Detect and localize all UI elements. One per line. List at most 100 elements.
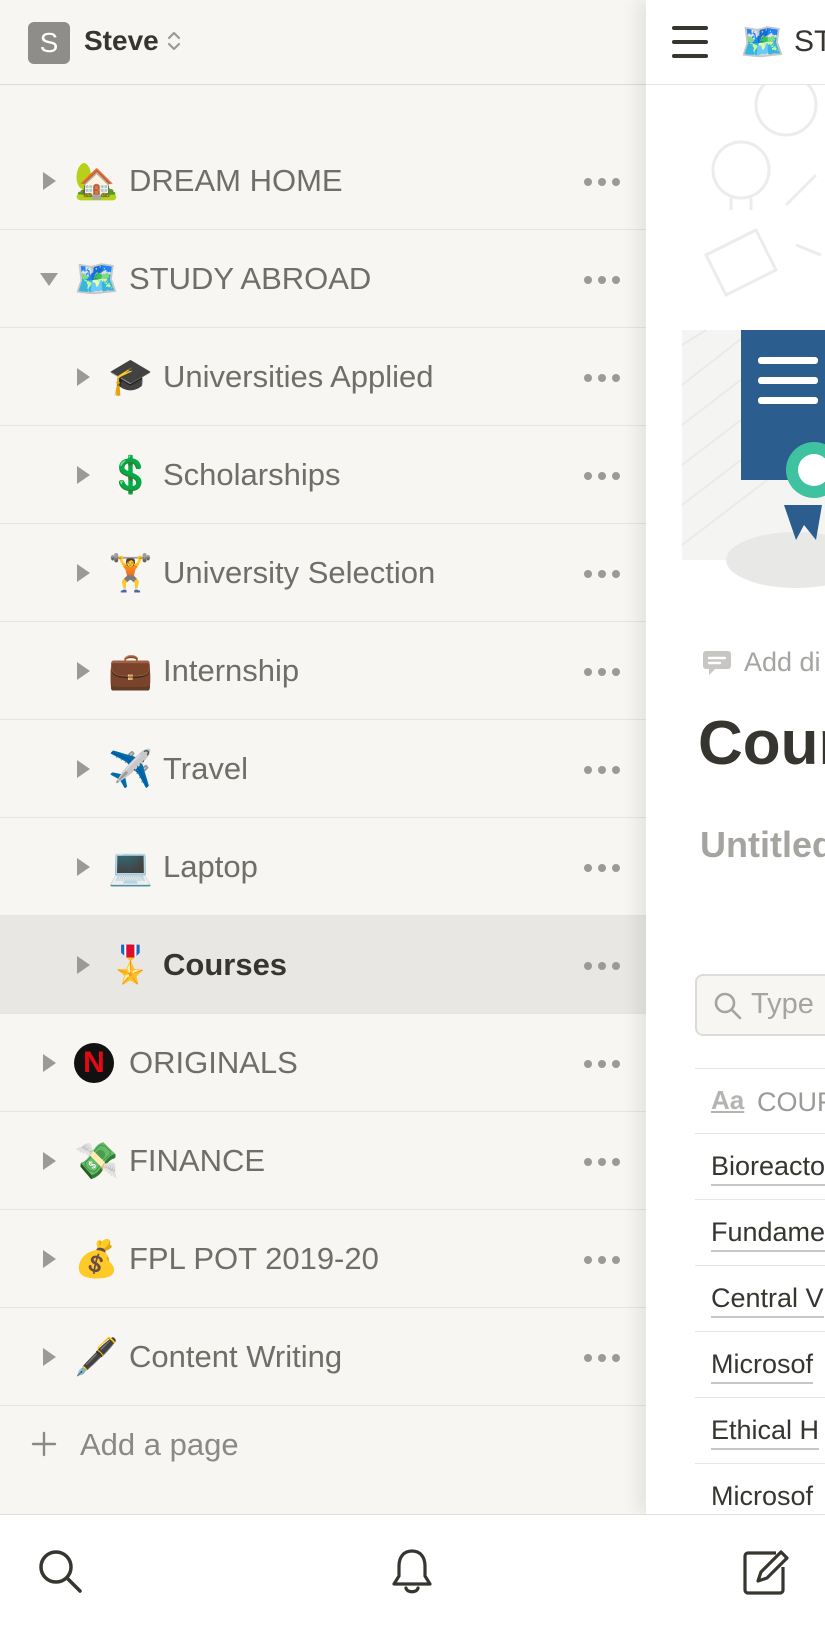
table-header[interactable]: Aa COUR (695, 1068, 825, 1134)
page-label: FPL POT 2019-20 (129, 1241, 379, 1276)
page-icon: 🎖️ (108, 944, 153, 985)
sidebar-page-row[interactable]: 🖋️ Content Writing (0, 1308, 646, 1406)
more-options-icon[interactable] (580, 266, 624, 292)
bell-icon[interactable] (384, 1543, 440, 1599)
add-page-button[interactable]: Add a page (0, 1400, 646, 1492)
page-label: Content Writing (129, 1339, 343, 1374)
plus-icon (31, 1431, 57, 1457)
page-label: Courses (163, 947, 288, 982)
caret-right-icon[interactable] (68, 818, 96, 916)
table-row[interactable]: Bioreacto (695, 1134, 825, 1200)
caret-right-icon[interactable] (68, 916, 96, 1014)
page-cover-image (646, 85, 825, 605)
caret-right-icon[interactable] (68, 426, 96, 524)
page-list: 🏡 DREAM HOME 🗺️ STUDY ABROAD 🎓 Universities A… (0, 132, 646, 1406)
more-options-icon[interactable] (580, 952, 624, 978)
course-name-cell: Central V (711, 1280, 824, 1318)
table-search-input[interactable] (751, 986, 825, 1022)
sidebar-page-row[interactable]: 🎖️ Courses (0, 916, 646, 1014)
sidebar-page-row[interactable]: 🏡 DREAM HOME (0, 132, 646, 230)
sidebar-page-row[interactable]: 🗺️ STUDY ABROAD (0, 230, 646, 328)
sidebar-page-row[interactable]: 🏋 University Selection (0, 524, 646, 622)
search-icon[interactable] (32, 1543, 88, 1599)
more-options-icon[interactable] (580, 364, 624, 390)
course-name-cell: Microsof (711, 1346, 814, 1384)
more-options-icon[interactable] (580, 560, 624, 586)
page-label: DREAM HOME (129, 163, 343, 198)
breadcrumb-map-icon[interactable]: 🗺️ (740, 20, 785, 64)
caret-right-icon[interactable] (34, 1210, 62, 1308)
table-row[interactable]: Microsof (695, 1332, 825, 1398)
page-icon: 💻 (108, 846, 153, 887)
page-icon: 🗺️ (74, 258, 119, 299)
sidebar: S Steve 🏡 DREAM HOME 🗺️ STUDY ABROAD 🎓 Univer… (0, 0, 646, 1514)
page-label: Travel (163, 751, 248, 786)
breadcrumb-title[interactable]: ST (794, 22, 825, 62)
caret-right-icon[interactable] (68, 524, 96, 622)
caret-right-icon[interactable] (68, 720, 96, 818)
more-options-icon[interactable] (580, 1246, 624, 1272)
sidebar-page-row[interactable]: 💰 FPL POT 2019-20 (0, 1210, 646, 1308)
course-name-cell: Ethical H (711, 1412, 820, 1450)
page-label: Scholarships (163, 457, 341, 492)
sidebar-page-row[interactable]: 🎓 Universities Applied (0, 328, 646, 426)
more-options-icon[interactable] (580, 756, 624, 782)
page-icon: ✈️ (108, 748, 153, 789)
more-options-icon[interactable] (580, 1050, 624, 1076)
table-row[interactable]: Central V (695, 1266, 825, 1332)
caret-right-icon[interactable] (34, 132, 62, 230)
more-options-icon[interactable] (580, 168, 624, 194)
caret-right-icon[interactable] (34, 1112, 62, 1210)
comment-icon (703, 651, 731, 675)
page-label: Internship (163, 653, 300, 688)
courses-table: Aa COUR Bioreacto Fundame Central V Microso… (695, 1068, 825, 1514)
hamburger-menu-icon[interactable] (672, 26, 708, 58)
sidebar-page-row[interactable]: 💲 Scholarships (0, 426, 646, 524)
workspace-name: Steve (84, 25, 159, 56)
add-discussion-label: Add di (744, 647, 821, 677)
search-icon (714, 992, 742, 1020)
page-icon: 💲 (108, 454, 153, 495)
sidebar-page-row[interactable]: 💸 FINANCE (0, 1112, 646, 1210)
more-options-icon[interactable] (580, 1148, 624, 1174)
table-row[interactable]: Microsof (695, 1464, 825, 1514)
page-icon: 💰 (74, 1238, 119, 1279)
course-name-cell: Fundame (711, 1214, 825, 1252)
page-icon: 🏋 (108, 552, 153, 593)
column-header-course: COUR (757, 1087, 825, 1117)
workspace-header[interactable]: S Steve (0, 0, 646, 85)
table-row[interactable]: Ethical H (695, 1398, 825, 1464)
caret-right-icon[interactable] (68, 328, 96, 426)
table-search-box[interactable] (695, 974, 825, 1036)
page-label: Laptop (163, 849, 258, 884)
caret-right-icon[interactable] (34, 1308, 62, 1406)
page-topbar: 🗺️ ST (646, 0, 825, 85)
more-options-icon[interactable] (580, 658, 624, 684)
workspace-switcher-icon[interactable] (166, 28, 182, 54)
sidebar-page-row[interactable]: 💼 Internship (0, 622, 646, 720)
page-label: FINANCE (129, 1143, 266, 1178)
compose-icon[interactable] (736, 1543, 792, 1599)
page-label: STUDY ABROAD (129, 261, 372, 296)
certificate-illustration (681, 85, 825, 588)
more-options-icon[interactable] (580, 462, 624, 488)
add-page-label: Add a page (80, 1427, 239, 1462)
course-name-cell: Microsof (711, 1478, 813, 1514)
page-label: University Selection (163, 555, 436, 590)
table-row[interactable]: Fundame (695, 1200, 825, 1266)
caret-down-icon[interactable] (34, 230, 62, 328)
page-icon: N (74, 1043, 114, 1083)
sidebar-page-row[interactable]: 💻 Laptop (0, 818, 646, 916)
page-label: Universities Applied (163, 359, 434, 394)
page-icon: 💼 (108, 650, 153, 691)
sidebar-page-row[interactable]: N ORIGINALS (0, 1014, 646, 1112)
more-options-icon[interactable] (580, 1344, 624, 1370)
caret-right-icon[interactable] (68, 622, 96, 720)
more-options-icon[interactable] (580, 854, 624, 880)
page-icon: 🎓 (108, 356, 153, 397)
database-view-name[interactable]: Untitled (700, 822, 825, 868)
caret-right-icon[interactable] (34, 1014, 62, 1112)
page-title[interactable]: Cour (698, 708, 825, 780)
sidebar-page-row[interactable]: ✈️ Travel (0, 720, 646, 818)
page-icon: 🏡 (74, 160, 119, 201)
